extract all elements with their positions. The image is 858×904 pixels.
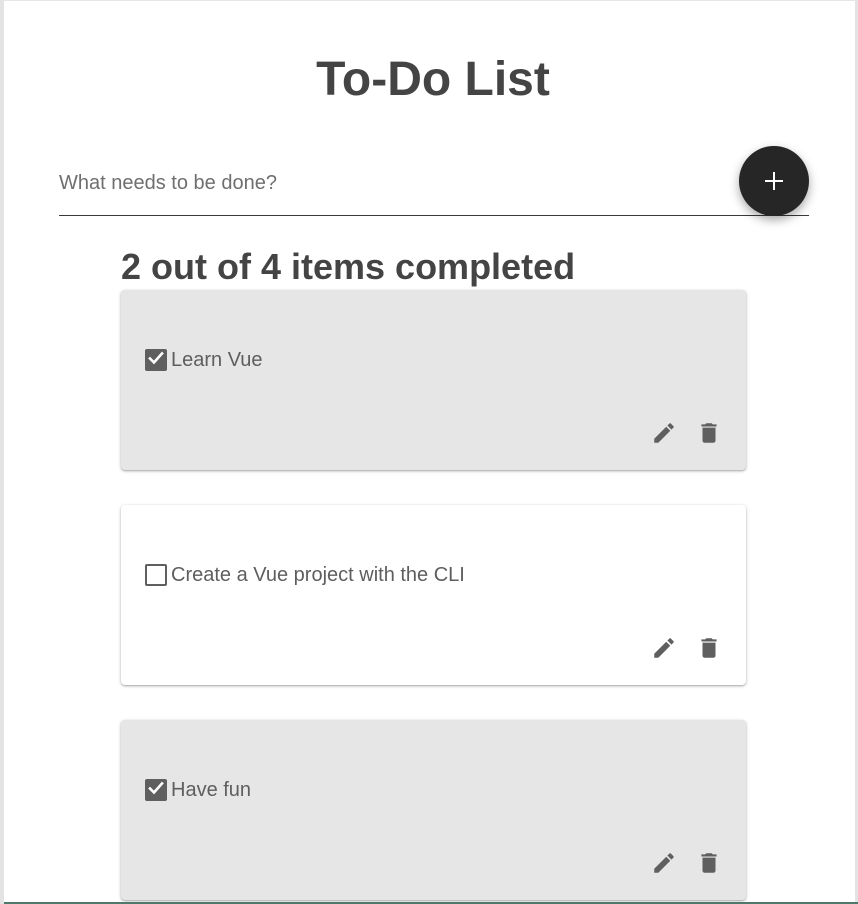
todo-label: Create a Vue project with the CLI <box>171 564 465 586</box>
todo-actions <box>636 848 726 882</box>
todo-label: Learn Vue <box>171 349 263 371</box>
trash-icon <box>696 420 722 451</box>
pencil-icon <box>651 850 677 881</box>
completion-summary: 2 out of 4 items completed <box>121 246 576 287</box>
todo-actions <box>636 418 726 452</box>
delete-button[interactable] <box>692 633 726 667</box>
todo-item: Have fun <box>145 778 251 802</box>
edit-button[interactable] <box>647 418 681 452</box>
check-icon <box>147 349 165 372</box>
todo-card: Learn Vue <box>121 290 746 470</box>
todo-actions <box>636 633 726 667</box>
todo-checkbox[interactable] <box>145 349 167 371</box>
edit-button[interactable] <box>647 848 681 882</box>
todo-label: Have fun <box>171 779 252 801</box>
plus-icon <box>763 170 785 192</box>
todo-card: Create a Vue project with the CLI <box>121 505 746 685</box>
delete-button[interactable] <box>692 848 726 882</box>
check-icon <box>147 779 165 802</box>
delete-button[interactable] <box>692 418 726 452</box>
app-window: To-Do List 2 out of 4 items completed <box>0 0 858 904</box>
todo-item: Create a Vue project with the CLI <box>145 563 465 587</box>
trash-icon <box>696 635 722 666</box>
todo-card: Have fun <box>121 720 746 900</box>
add-todo-button[interactable] <box>739 146 809 216</box>
new-todo-form <box>59 146 809 217</box>
edit-button[interactable] <box>647 633 681 667</box>
new-todo-input[interactable] <box>59 151 729 215</box>
todo-item: Learn Vue <box>145 348 263 372</box>
page-title: To-Do List <box>316 53 550 106</box>
trash-icon <box>696 850 722 881</box>
input-underline <box>59 215 809 216</box>
pencil-icon <box>651 420 677 451</box>
todo-checkbox[interactable] <box>145 564 167 586</box>
pencil-icon <box>651 635 677 666</box>
todo-checkbox[interactable] <box>145 779 167 801</box>
